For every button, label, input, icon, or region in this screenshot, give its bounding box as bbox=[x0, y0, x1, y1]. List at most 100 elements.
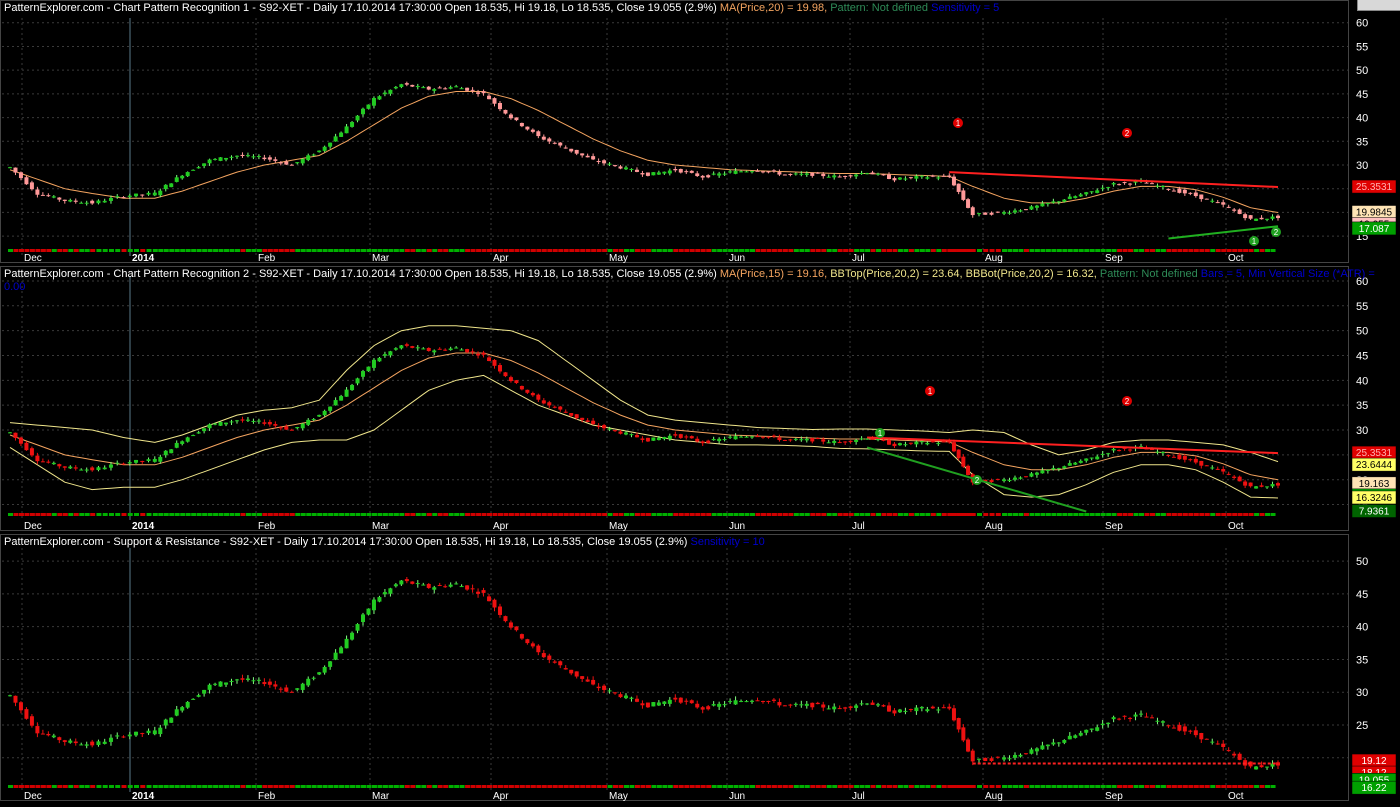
trend-band-segment bbox=[1007, 249, 1013, 252]
x-tick-label: Dec bbox=[24, 521, 42, 532]
candle-body bbox=[569, 148, 574, 152]
candle-body bbox=[465, 87, 470, 91]
trend-band-segment bbox=[793, 513, 799, 516]
candle-body bbox=[706, 175, 711, 178]
trend-band-segment bbox=[673, 513, 679, 516]
trend-band-segment bbox=[876, 513, 882, 516]
trend-band-segment bbox=[229, 249, 235, 252]
candle-body bbox=[541, 136, 546, 140]
trend-band-segment bbox=[782, 513, 788, 516]
candle-body bbox=[771, 435, 776, 437]
candle-body bbox=[1210, 200, 1215, 202]
trend-band-segment bbox=[355, 513, 361, 516]
candle-body bbox=[739, 436, 744, 438]
candle-body bbox=[613, 430, 618, 432]
trend-band-segment bbox=[1133, 513, 1139, 516]
candle-body bbox=[1106, 453, 1111, 455]
candle-body bbox=[306, 678, 311, 686]
trend-band-segment bbox=[62, 249, 68, 252]
trend-band-segment bbox=[492, 249, 498, 252]
trend-band-segment bbox=[1062, 513, 1068, 516]
candle-body bbox=[68, 199, 73, 202]
candle-body bbox=[989, 212, 994, 215]
candle-body bbox=[519, 385, 524, 390]
panel-3-frame bbox=[0, 534, 1349, 801]
candle-body bbox=[1040, 745, 1045, 750]
x-tick-label: Aug bbox=[985, 521, 1003, 532]
trend-band-segment bbox=[344, 513, 350, 516]
trend-band-segment bbox=[1034, 785, 1040, 788]
trend-band-segment bbox=[623, 249, 629, 252]
candle-body bbox=[951, 176, 956, 186]
candle-body bbox=[57, 197, 62, 200]
candle-body bbox=[903, 178, 908, 180]
trend-band-segment bbox=[788, 249, 794, 252]
trend-band-segment bbox=[1002, 785, 1008, 788]
trend-band-segment bbox=[951, 249, 957, 252]
x-tick-label: Mar bbox=[372, 521, 390, 532]
trend-band-segment bbox=[925, 785, 931, 788]
trend-band-segment bbox=[1182, 785, 1188, 788]
trend-band-segment bbox=[908, 513, 914, 516]
trend-band-segment bbox=[163, 785, 169, 788]
candle-body bbox=[970, 750, 975, 762]
trend-band-segment bbox=[256, 785, 262, 788]
trend-band-segment bbox=[558, 249, 564, 252]
candle-body bbox=[317, 672, 322, 675]
candle-body bbox=[90, 741, 95, 746]
trend-band-segment bbox=[876, 785, 882, 788]
trend-band-segment bbox=[865, 513, 871, 516]
candle-body bbox=[1243, 214, 1248, 219]
candle-body bbox=[448, 584, 453, 587]
candle-body bbox=[1232, 476, 1237, 478]
price-tag-label: 19.9845 bbox=[1356, 208, 1393, 219]
scroll-handle[interactable] bbox=[1357, 0, 1400, 11]
candle-body bbox=[1144, 716, 1149, 718]
candle-body bbox=[1034, 472, 1039, 475]
trend-band-segment bbox=[251, 785, 257, 788]
candle-body bbox=[1166, 455, 1171, 457]
trend-band-segment bbox=[771, 513, 777, 516]
trend-band-segment bbox=[432, 513, 438, 516]
trend-band-segment bbox=[656, 249, 662, 252]
candle-body bbox=[96, 741, 101, 745]
trend-band-segment bbox=[344, 785, 350, 788]
candle-body bbox=[1237, 476, 1242, 482]
candle-body bbox=[1095, 456, 1100, 460]
candle-body bbox=[977, 213, 982, 215]
candle-body bbox=[1149, 717, 1154, 719]
trend-band-segment bbox=[684, 513, 690, 516]
candle-body bbox=[18, 702, 23, 711]
candle-body bbox=[410, 581, 415, 584]
trend-band-segment bbox=[569, 513, 575, 516]
candle-body bbox=[234, 420, 239, 422]
trend-band-segment bbox=[859, 249, 865, 252]
trend-band-segment bbox=[530, 249, 536, 252]
trend-band-segment bbox=[361, 513, 367, 516]
trend-band-segment bbox=[919, 513, 925, 516]
trend-band-segment bbox=[914, 513, 920, 516]
trend-band-segment bbox=[941, 785, 947, 788]
trend-band-segment bbox=[1232, 785, 1238, 788]
candle-body bbox=[1155, 451, 1160, 453]
y-tick-label: 30 bbox=[1356, 160, 1368, 172]
candle-body bbox=[18, 172, 23, 179]
trend-band-segment bbox=[24, 513, 30, 516]
trend-band-segment bbox=[970, 785, 976, 788]
candle-body bbox=[1007, 758, 1012, 760]
trend-band-segment bbox=[865, 249, 871, 252]
candle-body bbox=[832, 706, 837, 710]
candle-body bbox=[224, 422, 229, 425]
candle-body bbox=[377, 96, 382, 100]
trend-band-segment bbox=[777, 785, 783, 788]
candle-body bbox=[1029, 473, 1034, 477]
candle-body bbox=[240, 678, 245, 680]
candle-body bbox=[519, 634, 524, 639]
trend-band-segment bbox=[1106, 249, 1112, 252]
candle-body bbox=[552, 661, 557, 663]
candle-body bbox=[289, 691, 294, 693]
x-tick-label: Jul bbox=[852, 791, 865, 802]
candle-body bbox=[96, 467, 101, 471]
candle-body bbox=[876, 173, 881, 175]
trend-band-segment bbox=[678, 513, 684, 516]
